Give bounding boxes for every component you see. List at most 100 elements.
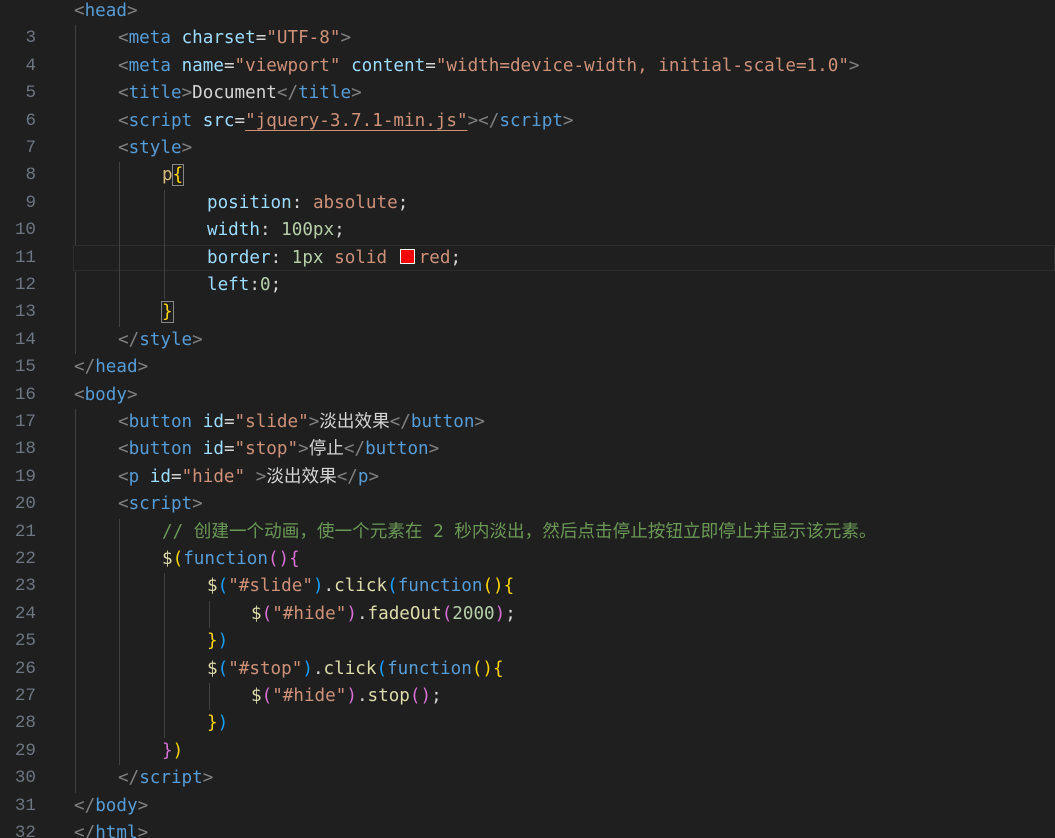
code-text: </style> <box>118 329 203 350</box>
code-line[interactable]: 25 $("#hide").fadeOut(2000); <box>0 600 1055 651</box>
indent-guide <box>119 655 120 683</box>
indent-guide <box>75 162 76 190</box>
code-line[interactable]: 31 </script> <box>0 765 1055 816</box>
code-text: <body> <box>74 384 138 405</box>
code-text: position: absolute; <box>207 192 409 213</box>
indent-guide <box>119 737 120 766</box>
code-line[interactable]: 10 position: absolute; <box>0 189 1055 240</box>
code-text: border: 1px solid red; <box>207 247 462 268</box>
indent-guide <box>75 436 76 464</box>
code-line[interactable]: 18 <button id="slide">淡出效果</button> <box>0 409 1055 459</box>
code-line[interactable]: 5 <meta name="viewport" content="width=d… <box>0 52 1055 103</box>
indent-guide <box>119 272 120 300</box>
code-line[interactable]: 4 <meta charset="UTF-8"> <box>0 25 1055 76</box>
indent-guide <box>119 189 120 218</box>
code-line[interactable]: 17 <body> <box>0 382 1055 432</box>
code-line[interactable]: 9 p{ <box>0 162 1055 213</box>
code-text: <title>Document</title> <box>118 83 362 104</box>
indent-guide <box>119 546 120 574</box>
code-line[interactable]: 11 width: 100px; <box>0 217 1055 268</box>
indent-guide <box>119 217 120 245</box>
code-line[interactable]: 16 </head> <box>0 354 1055 404</box>
indent-guide <box>119 518 120 546</box>
indent-guide <box>75 600 76 629</box>
indent-guide <box>75 217 76 245</box>
color-swatch-icon[interactable] <box>399 248 415 264</box>
indent-guide <box>164 573 165 601</box>
indent-guide <box>119 162 120 190</box>
code-line[interactable]: 20 <p id="hide" >淡出效果</p> <box>0 463 1055 514</box>
indent-guide <box>75 52 76 81</box>
indent-guide <box>75 765 76 793</box>
indent-guide <box>164 189 165 218</box>
code-text: $("#slide").click(function(){ <box>207 576 515 597</box>
indent-guide <box>75 710 76 738</box>
indent-guide <box>119 683 120 711</box>
code-text: $(function(){ <box>162 549 300 569</box>
indent-guide <box>164 628 165 656</box>
code-text: <head> <box>74 1 138 21</box>
indent-guide <box>75 107 76 135</box>
code-text: </body> <box>74 795 149 816</box>
indent-guide <box>119 710 120 738</box>
code-text: <p id="hide" >淡出效果</p> <box>118 466 380 487</box>
code-line[interactable]: 19 <button id="stop">停止</button> <box>0 436 1055 487</box>
script-src-link: "jquery-3.7.1-min.js" <box>245 110 468 131</box>
indent-guide <box>119 628 120 656</box>
code-line[interactable]: 15 </style> <box>0 326 1055 377</box>
code-text: width: 100px; <box>207 220 345 241</box>
code-text: <style> <box>118 138 193 158</box>
code-line[interactable]: 22 // 创建一个动画，使一个元素在 2 秒内淡出，然后点击停止按钮立即停止并… <box>0 518 1055 569</box>
code-line-current[interactable]: 12 border: 1px solid red; <box>0 244 1055 295</box>
code-text: $("#hide").stop(); <box>251 686 442 706</box>
code-line[interactable]: 27 $("#stop").click(function(){ <box>0 655 1055 706</box>
code-text: left:0; <box>207 275 282 295</box>
code-line[interactable]: 8 <style> <box>0 135 1055 185</box>
code-text: }) <box>207 713 229 734</box>
indent-guide <box>164 217 165 245</box>
code-line[interactable]: 29 }) <box>0 710 1055 761</box>
code-line[interactable]: 13 left:0; <box>0 272 1055 322</box>
indent-guide <box>164 655 165 683</box>
code-line[interactable]: 7 <script src="jquery-3.7.1-min.js"></sc… <box>0 107 1055 158</box>
indent-guide <box>119 244 120 272</box>
indent-guide <box>209 600 210 629</box>
code-text: <button id="stop">停止</button> <box>118 439 440 460</box>
indent-guide <box>164 683 165 711</box>
code-text: </script> <box>118 768 214 789</box>
code-text: <meta charset="UTF-8"> <box>118 28 352 49</box>
code-line[interactable]: 14 } <box>0 299 1055 350</box>
code-line[interactable]: 24 $("#slide").click(function(){ <box>0 573 1055 624</box>
code-line[interactable]: 21 <script> <box>0 491 1055 542</box>
code-line[interactable]: 23 $(function(){ <box>0 546 1055 596</box>
code-text: $("#hide").fadeOut(2000); <box>251 603 516 624</box>
indent-guide <box>75 491 76 519</box>
code-line[interactable]: 33 </html> <box>0 820 1055 838</box>
code-text: </html> <box>74 823 149 838</box>
indent-guide <box>164 272 165 300</box>
indent-guide <box>75 80 76 108</box>
code-line[interactable]: 6 <title>Document</title> <box>0 80 1055 131</box>
indent-guide <box>75 25 76 53</box>
indent-guide <box>75 189 76 218</box>
code-line[interactable]: 28 $("#hide").stop(); <box>0 683 1055 733</box>
code-text: <button id="slide">淡出效果</button> <box>118 412 486 432</box>
indent-guide <box>75 573 76 601</box>
code-editor[interactable]: 3 <head> 4 <meta charset="UTF-8"> 5 <met… <box>0 0 1055 838</box>
indent-guide <box>119 573 120 601</box>
code-text: p{ <box>162 164 185 187</box>
indent-guide <box>75 737 76 766</box>
indent-guide <box>75 272 76 300</box>
indent-guide <box>75 409 76 437</box>
indent-guide <box>119 299 120 327</box>
indent-guide <box>75 655 76 683</box>
indent-guide <box>75 683 76 711</box>
indent-guide <box>75 299 76 327</box>
code-line[interactable]: 26 }) <box>0 628 1055 679</box>
code-line[interactable]: 3 <head> <box>0 0 1055 48</box>
indent-guide <box>164 600 165 629</box>
code-text: <meta name="viewport" content="width=dev… <box>118 55 860 76</box>
code-line[interactable]: 30 }) <box>0 737 1055 788</box>
code-line[interactable]: 32 </body> <box>0 793 1055 838</box>
code-text: }) <box>207 631 229 652</box>
